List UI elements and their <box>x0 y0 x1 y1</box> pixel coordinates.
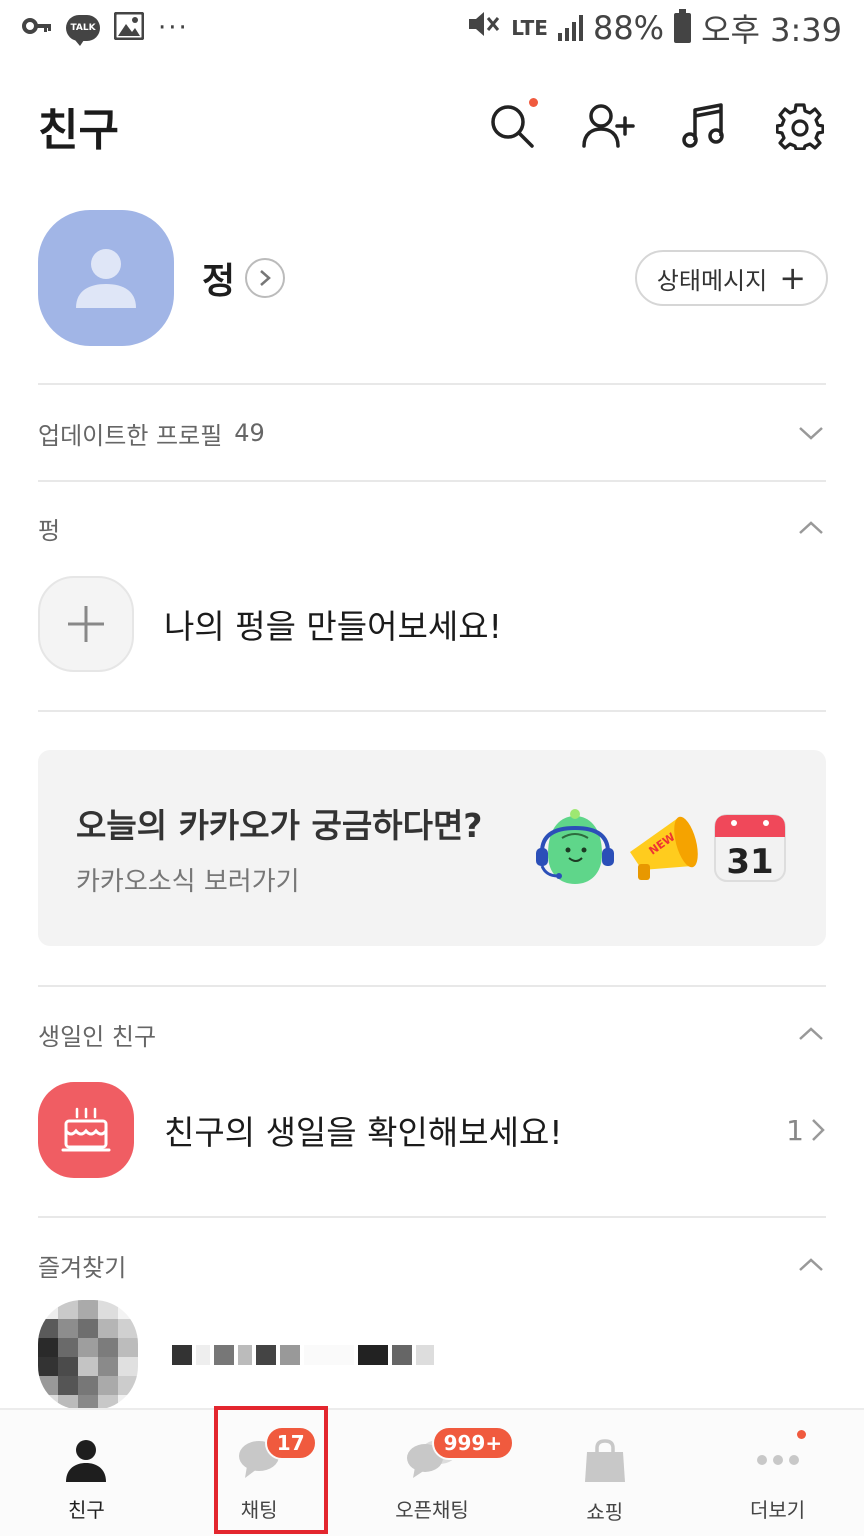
nav-chats[interactable]: 17 채팅 <box>173 1410 346 1536</box>
more-new-dot <box>796 1430 806 1439</box>
favorites-section-header[interactable]: 즐겨찾기 <box>38 1235 826 1295</box>
favorite-friend-name-pixelated <box>172 1345 434 1365</box>
new-dot <box>529 98 538 107</box>
cake-icon <box>61 1107 111 1152</box>
chevron-up-icon[interactable] <box>796 513 826 543</box>
calendar-day: 31 <box>726 842 773 882</box>
banner-subtitle: 카카오소식 보러가기 <box>76 866 300 897</box>
birthday-cake-button <box>38 1082 134 1178</box>
avatar[interactable] <box>38 210 174 346</box>
divider <box>38 480 826 482</box>
nav-open-chat[interactable]: 999+ 오픈채팅 <box>346 1410 519 1536</box>
updated-profiles-label: 업데이트한 프로필 <box>38 421 223 450</box>
divider <box>38 383 826 385</box>
gear-icon <box>776 103 824 150</box>
chevron-down-icon[interactable] <box>796 418 826 448</box>
nav-chats-label: 채팅 <box>240 1498 278 1522</box>
birthday-section-header[interactable]: 생일인 친구 <box>38 1004 826 1064</box>
plus-icon: + <box>779 259 806 297</box>
music-icon <box>682 103 724 148</box>
status-message-label: 상태메시지 <box>656 266 768 295</box>
search-button[interactable] <box>484 98 540 154</box>
kakao-news-banner[interactable]: 오늘의 카카오가 궁금하다면? 카카오소식 보러가기 NEW 31 <box>38 750 826 946</box>
battery-icon <box>674 9 692 43</box>
nav-open-chat-label: 오픈채팅 <box>395 1498 469 1522</box>
birthday-row[interactable]: 친구의 생일을 확인해보세요! 1 <box>38 1082 826 1178</box>
favorite-friend-row[interactable] <box>38 1300 826 1410</box>
status-message-button[interactable]: 상태메시지 + <box>634 250 828 306</box>
kakaotalk-notification-icon: TALK <box>66 15 100 46</box>
megaphone-icon: NEW <box>630 816 698 880</box>
nav-more-label: 더보기 <box>749 1498 806 1522</box>
birthday-count-link[interactable]: 1 <box>786 1114 826 1147</box>
pung-section-header[interactable]: 펑 <box>38 498 826 558</box>
page-title: 친구 <box>38 105 119 156</box>
open-chat-badge: 999+ <box>431 1426 515 1460</box>
shopping-bag-icon <box>584 1439 625 1482</box>
create-pung-text: 나의 펑을 만들어보세요! <box>164 607 502 646</box>
plus-icon <box>68 606 104 642</box>
birthday-count: 1 <box>786 1113 804 1147</box>
pung-label: 펑 <box>38 516 61 545</box>
favorites-label: 즐겨찾기 <box>38 1253 127 1282</box>
nav-friends-label: 친구 <box>67 1498 105 1522</box>
gallery-icon <box>113 11 145 44</box>
network-type: LTE <box>511 16 548 40</box>
clock: 오후 3:39 <box>701 11 842 49</box>
my-profile[interactable]: 정 상태메시지 + <box>38 210 828 346</box>
nav-more[interactable]: 더보기 <box>691 1410 864 1536</box>
updated-profiles-count: 49 <box>234 419 265 447</box>
nav-friends[interactable]: 친구 <box>0 1410 173 1536</box>
updated-profiles-section[interactable]: 업데이트한 프로필 49 <box>38 403 826 463</box>
more-notifications-icon: ··· <box>158 13 189 43</box>
battery-percent: 88% <box>592 9 665 47</box>
divider <box>38 985 826 987</box>
profile-name: 정 <box>202 261 236 302</box>
birthday-text: 친구의 생일을 확인해보세요! <box>164 1113 563 1152</box>
chevron-up-icon[interactable] <box>796 1250 826 1280</box>
nav-shopping-label: 쇼핑 <box>586 1500 624 1524</box>
banner-title: 오늘의 카카오가 궁금하다면? <box>76 805 483 845</box>
chats-unread-badge: 17 <box>264 1426 317 1460</box>
divider <box>38 710 826 712</box>
calendar-icon: 31 <box>714 814 786 882</box>
bottom-navigation: 친구 17 채팅 999+ 오픈채팅 쇼핑 더보기 <box>0 1408 864 1536</box>
favorite-friend-avatar-pixelated <box>38 1300 138 1410</box>
settings-button[interactable] <box>772 98 828 154</box>
banner-illustration: NEW 31 <box>532 808 788 888</box>
add-friend-button[interactable] <box>580 98 636 154</box>
mute-icon <box>467 9 501 47</box>
nav-shopping[interactable]: 쇼핑 <box>518 1410 691 1536</box>
header: 친구 <box>38 90 828 162</box>
add-friend-icon <box>582 104 635 148</box>
profile-chevron-icon[interactable] <box>245 258 286 298</box>
divider <box>38 1216 826 1218</box>
mascot-headset-icon <box>536 809 614 884</box>
status-bar: TALK ··· LTE 88% 오후 3:39 <box>0 0 864 56</box>
create-pung-row[interactable]: 나의 펑을 만들어보세요! <box>38 576 826 672</box>
more-dots-icon <box>756 1455 799 1465</box>
default-person-icon <box>76 249 136 308</box>
person-icon <box>66 1440 107 1482</box>
signal-icon <box>557 15 583 41</box>
chevron-up-icon[interactable] <box>796 1019 826 1049</box>
key-icon <box>22 16 52 40</box>
add-pung-button[interactable] <box>38 576 134 672</box>
chevron-right-icon <box>812 1119 825 1141</box>
birthday-label: 생일인 친구 <box>38 1022 157 1051</box>
music-button[interactable] <box>676 98 732 154</box>
search-icon <box>491 105 534 148</box>
